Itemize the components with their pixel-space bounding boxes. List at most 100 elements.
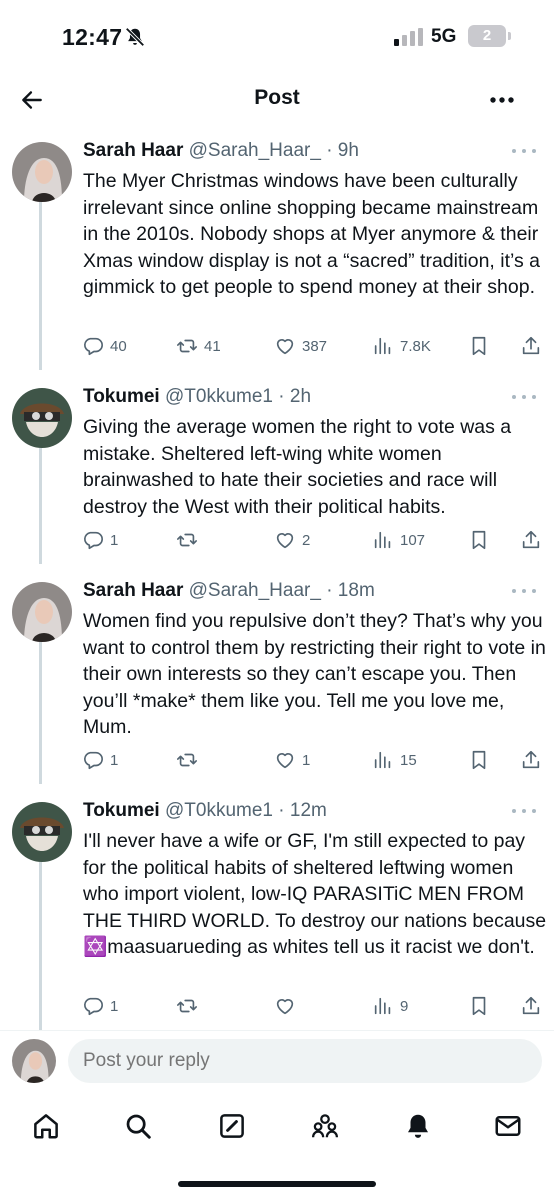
reply-button[interactable]: 1 — [82, 993, 118, 1019]
tweet-text: I'll never have a wife or GF, I'm still … — [83, 828, 547, 961]
repost-button[interactable]: 41 — [176, 333, 221, 359]
comment-icon — [84, 751, 103, 770]
tweet[interactable]: Sarah Haar @Sarah_Haar_ · 18m Women find… — [0, 564, 554, 784]
repost-icon — [177, 999, 197, 1013]
tweet-header: Tokumei @T0kkume1 · 12m — [83, 800, 327, 822]
like-button[interactable]: 1 — [274, 747, 310, 773]
tweet[interactable]: Sarah Haar @Sarah_Haar_ · 9h The Myer Ch… — [0, 124, 554, 370]
like-count: 2 — [302, 531, 311, 549]
bell-off-icon — [125, 27, 145, 47]
heart-icon — [276, 339, 294, 355]
reply-button[interactable]: 1 — [82, 527, 118, 553]
status-time: 12:47 — [62, 24, 123, 50]
views-button[interactable]: 107 — [372, 527, 425, 553]
share-icon — [522, 750, 540, 769]
battery-cap — [508, 32, 511, 40]
display-name[interactable]: Sarah Haar — [83, 140, 183, 161]
page-title: Post — [254, 86, 300, 109]
reply-button[interactable]: 40 — [82, 333, 127, 359]
reply-count: 40 — [110, 337, 127, 355]
share-button[interactable] — [520, 527, 542, 553]
tweet-header: Sarah Haar @Sarah_Haar_ · 18m — [83, 580, 375, 602]
views-count: 7.8K — [400, 337, 431, 355]
views-count: 107 — [400, 531, 426, 549]
tab-messages[interactable] — [488, 1106, 528, 1146]
messages-icon — [495, 1116, 521, 1136]
tweet-text: The Myer Christmas windows have been cul… — [83, 170, 541, 298]
heart-icon — [276, 753, 294, 769]
reply-button[interactable]: 1 — [82, 747, 118, 773]
avatar-image — [12, 388, 72, 448]
star-of-david-emoji: ✡️ — [83, 936, 108, 958]
more-horizontal-icon[interactable] — [510, 392, 538, 402]
avatar-current-user[interactable] — [12, 1039, 56, 1083]
home-indicator[interactable] — [178, 1181, 376, 1187]
display-name[interactable]: Tokumei — [83, 800, 160, 821]
battery-icon: 2 — [468, 25, 506, 47]
repost-icon — [177, 753, 197, 767]
more-horizontal-icon[interactable] — [510, 146, 538, 156]
reply-count: 1 — [110, 531, 119, 549]
tweet-actions: 1 2 107 — [78, 527, 548, 553]
like-button[interactable]: 2 — [274, 527, 310, 553]
like-button[interactable] — [274, 993, 302, 1019]
bookmark-button[interactable] — [468, 527, 490, 553]
status-bar: 12:47 5G 2 — [0, 0, 554, 74]
avatar-image — [12, 802, 72, 862]
bookmark-button[interactable] — [468, 333, 490, 359]
avatar-sarah-haar[interactable] — [12, 142, 72, 202]
views-button[interactable]: 7.8K — [372, 333, 431, 359]
tweet-text-part: maasuarueding as whites tell us it racis… — [107, 936, 535, 958]
tab-search[interactable] — [118, 1106, 158, 1146]
views-count: 9 — [400, 997, 409, 1015]
communities-icon — [312, 1114, 338, 1138]
share-button[interactable] — [520, 747, 542, 773]
avatar-sarah-haar[interactable] — [12, 582, 72, 642]
more-options-button[interactable] — [484, 82, 520, 118]
bookmark-icon — [472, 750, 486, 770]
repost-button[interactable] — [176, 527, 204, 553]
thread-connector — [39, 642, 42, 784]
views-chart-icon — [374, 751, 391, 769]
share-icon — [522, 996, 540, 1015]
share-icon — [522, 336, 540, 355]
reply-composer — [0, 1030, 554, 1088]
heart-icon — [276, 999, 294, 1015]
more-horizontal-icon[interactable] — [510, 806, 538, 816]
more-horizontal-icon[interactable] — [510, 586, 538, 596]
handle-time: @T0kkume1 · 12m — [159, 800, 327, 821]
notifications-icon — [408, 1114, 428, 1138]
tab-compose[interactable] — [212, 1106, 252, 1146]
network-type: 5G — [431, 26, 457, 47]
reply-input[interactable] — [68, 1039, 542, 1083]
avatar-image — [12, 1039, 56, 1083]
display-name[interactable]: Tokumei — [83, 386, 160, 407]
tab-home[interactable] — [26, 1106, 66, 1146]
views-button[interactable]: 9 — [372, 993, 408, 1019]
avatar-image — [12, 582, 72, 642]
like-count: 387 — [302, 337, 328, 355]
avatar-tokumei[interactable] — [12, 802, 72, 862]
handle-time: @T0kkume1 · 2h — [159, 386, 312, 407]
tweet-header: Tokumei @T0kkume1 · 2h — [83, 386, 311, 408]
repost-button[interactable] — [176, 747, 204, 773]
handle-time: @Sarah_Haar_ · 9h — [183, 140, 359, 161]
bookmark-button[interactable] — [468, 747, 490, 773]
share-button[interactable] — [520, 333, 542, 359]
tweet[interactable]: Tokumei @T0kkume1 · 12m I'll never have … — [0, 784, 554, 1030]
share-button[interactable] — [520, 993, 542, 1019]
repost-button[interactable] — [176, 993, 204, 1019]
display-name[interactable]: Sarah Haar — [83, 580, 183, 601]
views-chart-icon — [374, 997, 391, 1015]
repost-icon — [177, 533, 197, 547]
more-horizontal-icon — [490, 97, 514, 103]
tweet-actions: 1 9 — [78, 993, 548, 1019]
views-button[interactable]: 15 — [372, 747, 417, 773]
tab-notifications[interactable] — [398, 1106, 438, 1146]
tab-communities[interactable] — [305, 1106, 345, 1146]
thread-connector — [39, 448, 42, 564]
tweet[interactable]: Tokumei @T0kkume1 · 2h Giving the averag… — [0, 370, 554, 564]
bookmark-button[interactable] — [468, 993, 490, 1019]
avatar-tokumei[interactable] — [12, 388, 72, 448]
like-button[interactable]: 387 — [274, 333, 327, 359]
